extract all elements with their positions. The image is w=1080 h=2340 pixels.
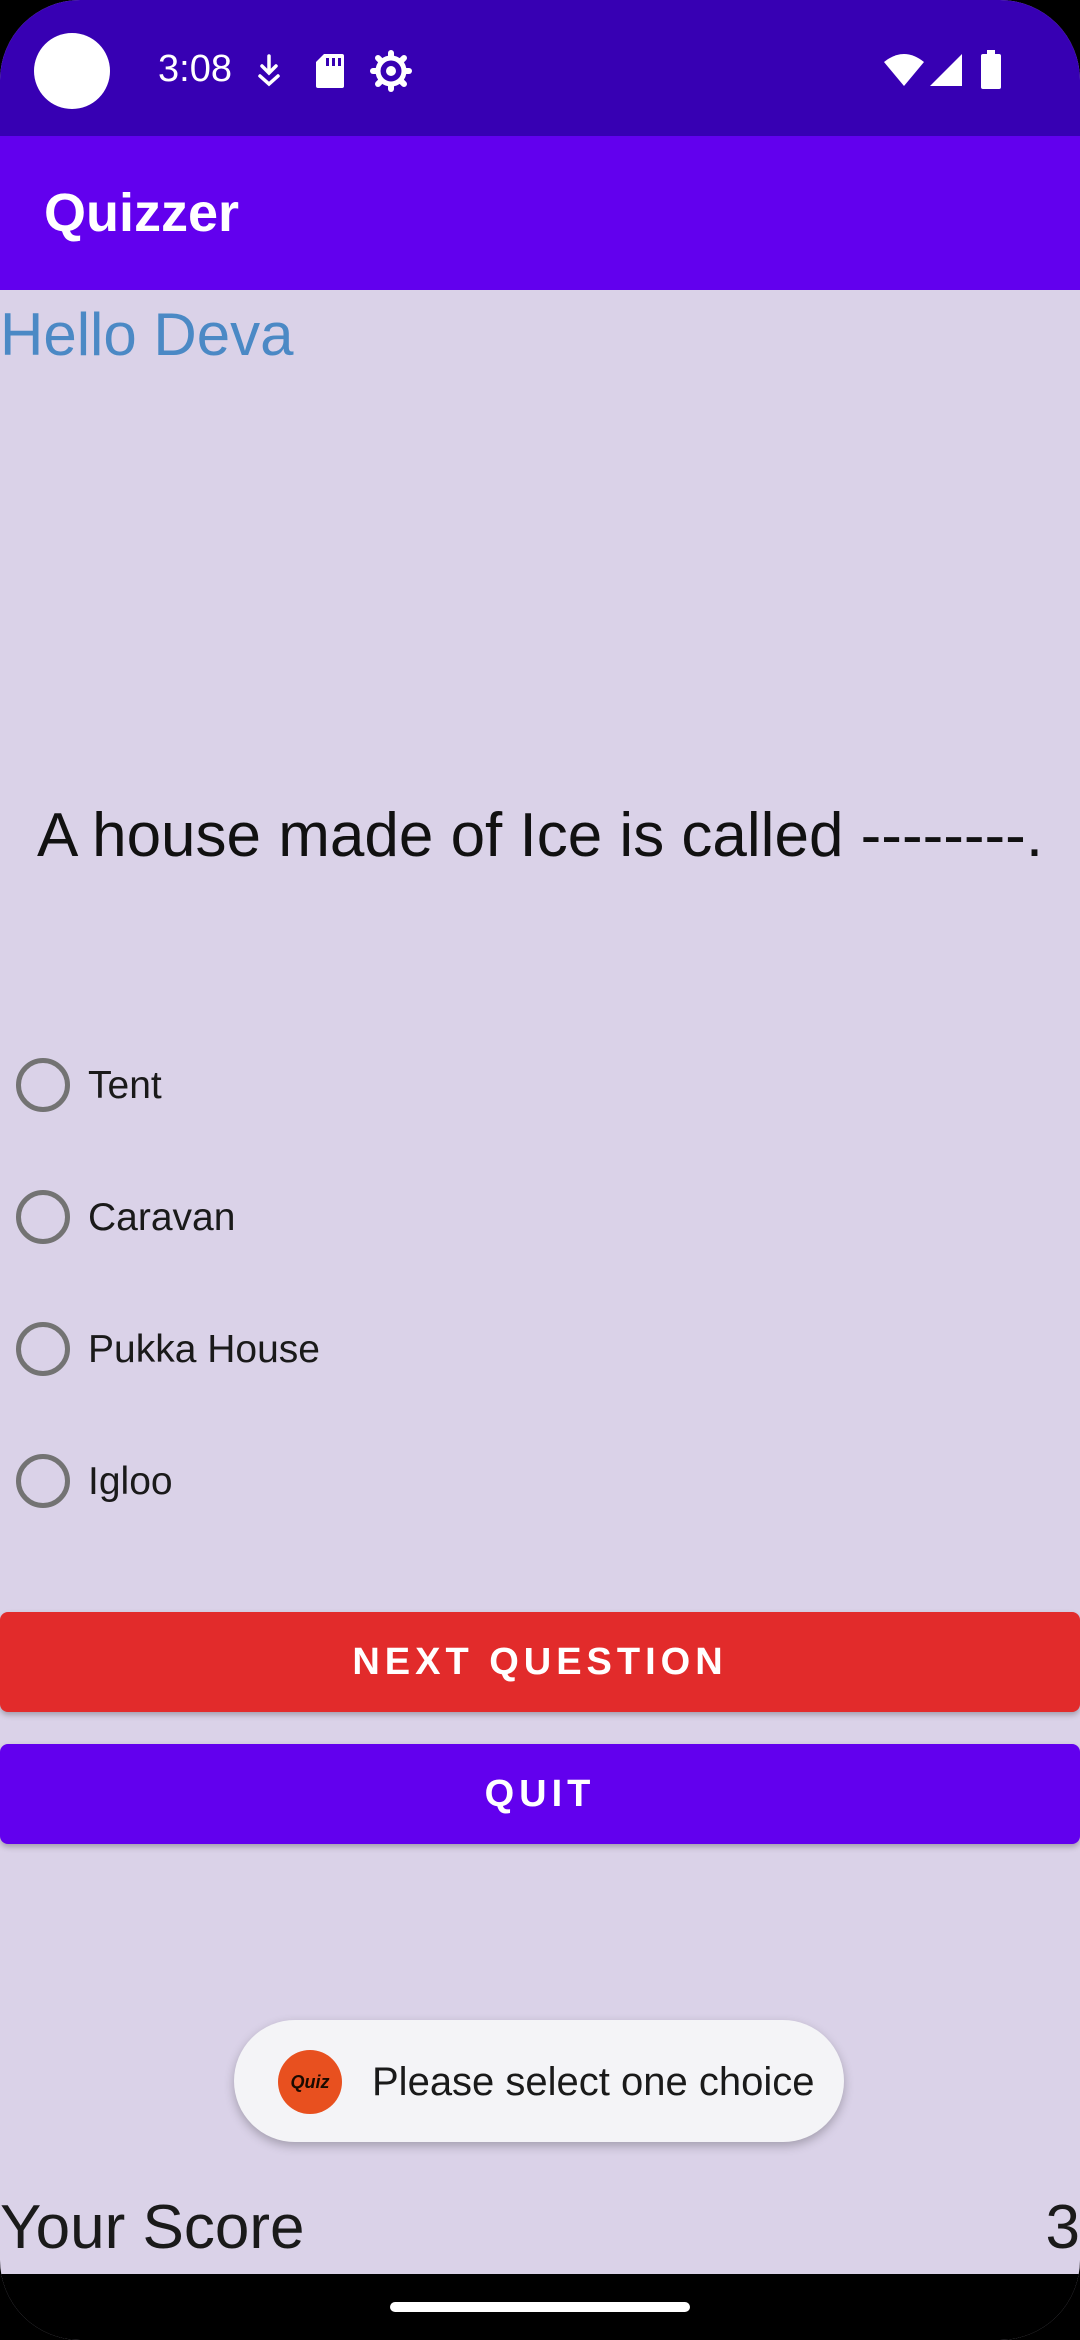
signal-icon xyxy=(928,52,964,93)
radio-button[interactable] xyxy=(16,1058,70,1112)
question-text: A house made of Ice is called --------. xyxy=(36,801,1044,870)
battery-icon xyxy=(980,50,1002,95)
radio-button[interactable] xyxy=(16,1190,70,1244)
sd-card-icon xyxy=(314,52,346,95)
wifi-icon xyxy=(882,52,926,93)
status-bar: 3:08 xyxy=(0,0,1080,136)
score-label: Your Score xyxy=(0,2193,305,2262)
app-bar: Quizzer xyxy=(0,136,1080,290)
option-igloo[interactable]: Igloo xyxy=(0,1426,1080,1536)
score-value: 3 xyxy=(1045,2193,1080,2262)
radio-button[interactable] xyxy=(16,1454,70,1508)
camera-cutout xyxy=(34,33,110,109)
option-label: Tent xyxy=(88,1064,162,1107)
option-tent[interactable]: Tent xyxy=(0,1030,1080,1140)
status-time: 3:08 xyxy=(158,48,232,90)
quit-button[interactable]: QUIT xyxy=(0,1744,1080,1844)
app-logo-icon: Quiz xyxy=(278,2050,342,2114)
radio-button[interactable] xyxy=(16,1322,70,1376)
option-caravan[interactable]: Caravan xyxy=(0,1162,1080,1272)
option-label: Igloo xyxy=(88,1460,173,1503)
download-icon xyxy=(256,54,282,93)
option-label: Caravan xyxy=(88,1196,236,1239)
settings-gear-icon xyxy=(370,50,412,97)
greeting-text: Hello Deva xyxy=(0,301,294,368)
home-gesture-handle[interactable] xyxy=(390,2302,690,2312)
option-pukka-house[interactable]: Pukka House xyxy=(0,1294,1080,1404)
toast-message: Quiz Please select one choice xyxy=(234,2020,844,2142)
option-label: Pukka House xyxy=(88,1328,320,1371)
navigation-bar xyxy=(0,2274,1080,2340)
app-screen: 3:08 Quizzer Hello Deva A house made of … xyxy=(0,0,1080,2340)
toast-text: Please select one choice xyxy=(372,2060,815,2104)
app-title: Quizzer xyxy=(44,183,240,243)
next-question-button[interactable]: NEXT QUESTION xyxy=(0,1612,1080,1712)
